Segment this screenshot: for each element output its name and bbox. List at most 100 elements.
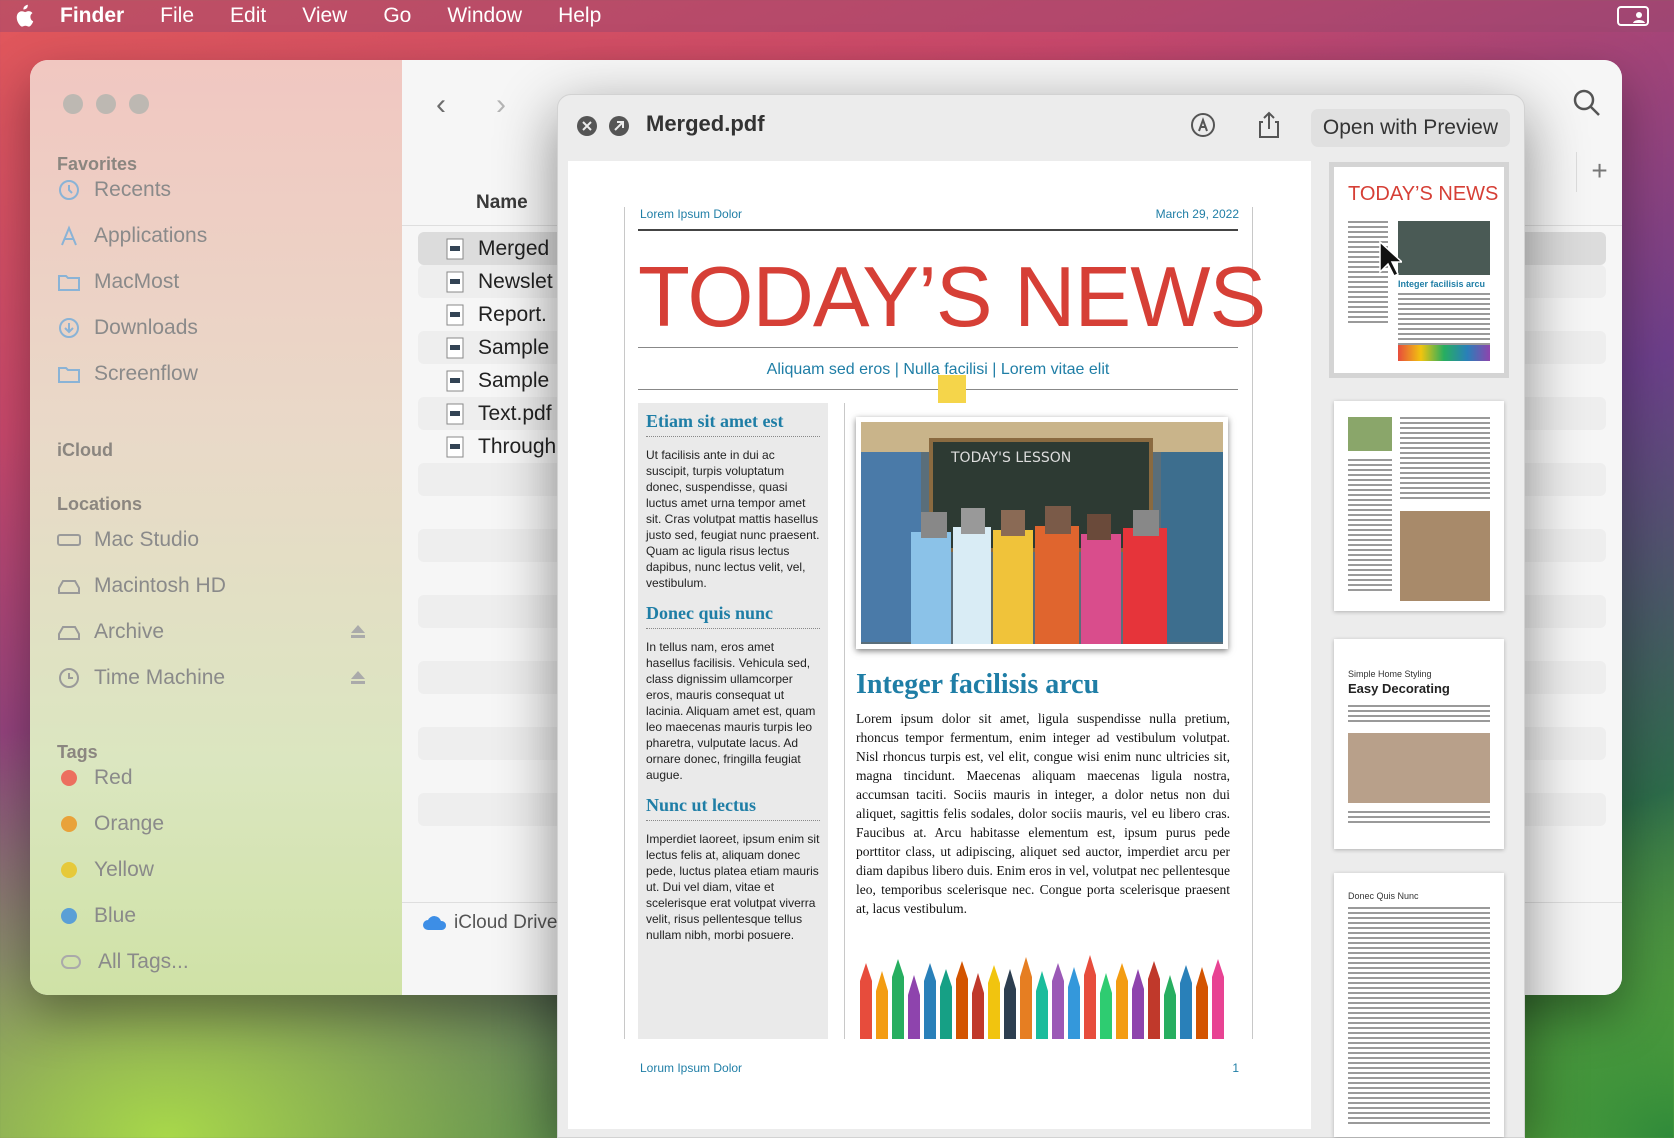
folder-icon	[57, 363, 81, 385]
back-button[interactable]: ‹	[436, 88, 446, 122]
drive-icon	[57, 621, 81, 643]
download-icon	[57, 317, 81, 339]
folder-icon	[57, 271, 81, 293]
divider	[638, 347, 1238, 348]
search-icon[interactable]	[1572, 88, 1602, 118]
thumbnail-photo	[1348, 733, 1490, 803]
tag-dot	[61, 908, 77, 924]
sidebar-item-label: MacMost	[94, 270, 180, 293]
thumbnail-subtitle: Integer facilisis arcu	[1398, 279, 1486, 289]
thumbnail-pencils	[1398, 345, 1490, 361]
sidebar-item-macmost[interactable]: MacMost	[57, 270, 179, 294]
sidebar-item-applications[interactable]: Applications	[57, 224, 207, 248]
sidebar-item-mac-studio[interactable]: Mac Studio	[57, 528, 199, 552]
side-heading: Donec quis nunc	[646, 603, 820, 629]
menu-window[interactable]: Window	[447, 4, 522, 28]
side-paragraph: Imperdiet laoreet, ipsum enim sit lectus…	[646, 832, 820, 942]
file-name: Newslet	[478, 269, 553, 293]
side-heading: Etiam sit amet est	[646, 411, 820, 437]
pdf-page: Lorem Ipsum Dolor March 29, 2022 TODAY’S…	[568, 161, 1311, 1129]
share-icon[interactable]	[1256, 111, 1282, 139]
pdf-file-icon	[446, 370, 464, 391]
classroom-photo: TODAY'S LESSON	[856, 417, 1228, 649]
thumbnail-title: Easy Decorating	[1348, 681, 1450, 696]
sidebar-tag-blue[interactable]: Blue	[57, 904, 136, 928]
forward-button[interactable]: ›	[496, 88, 506, 122]
pdf-file-icon	[446, 436, 464, 457]
menu-view[interactable]: View	[302, 4, 347, 28]
sidebar-item-label: All Tags...	[98, 950, 189, 973]
eject-icon[interactable]	[350, 624, 366, 638]
pdf-file-icon	[446, 271, 464, 292]
sidebar-item-label: Recents	[94, 178, 172, 201]
zoom-button[interactable]	[129, 94, 149, 114]
sidebar-tag-orange[interactable]: Orange	[57, 812, 164, 836]
drive-icon	[57, 575, 81, 597]
page-footer-left: Lorum Ipsum Dolor	[640, 1061, 743, 1075]
photo-chalkboard-text: TODAY'S LESSON	[950, 450, 1071, 466]
side-paragraph: Ut facilisis ante in dui ac suscipit, tu…	[646, 448, 820, 590]
sidebar-item-screenflow[interactable]: Screenflow	[57, 362, 198, 386]
page-thumbnails: TODAY’S NEWS Integer facilisis arcu Simp…	[1329, 161, 1518, 1138]
menu-finder[interactable]: Finder	[60, 4, 124, 28]
column-divider	[844, 403, 845, 1039]
article-heading: Integer facilisis arcu	[856, 669, 1100, 700]
file-name: Sample	[478, 368, 550, 392]
sidebar-item-label: Screenflow	[94, 362, 198, 385]
sidebar-tag-red[interactable]: Red	[57, 766, 133, 790]
markup-icon[interactable]	[1190, 111, 1216, 139]
sticky-note-icon[interactable]	[938, 375, 966, 403]
thumbnail-page-1[interactable]: TODAY’S NEWS Integer facilisis arcu	[1329, 162, 1509, 378]
file-name: Through	[478, 434, 557, 458]
quick-look-title: Merged.pdf	[646, 111, 765, 136]
thumbnail-text-lines	[1348, 705, 1490, 725]
sidebar-item-macintosh-hd[interactable]: Macintosh HD	[57, 574, 226, 598]
thumbnail-page-4[interactable]: Donec Quis Nunc	[1334, 873, 1504, 1137]
applications-icon	[57, 225, 81, 247]
sidebar-item-label: Mac Studio	[94, 528, 200, 551]
icloud-icon	[423, 915, 447, 930]
locations-header: Locations	[57, 494, 143, 514]
sidebar-tag-yellow[interactable]: Yellow	[57, 858, 154, 882]
menu-bar: Finder File Edit View Go Window Help	[0, 0, 1674, 32]
sidebar-all-tags[interactable]: All Tags...	[57, 950, 189, 974]
close-button[interactable]	[63, 94, 83, 114]
thumbnail-text-lines	[1348, 811, 1490, 826]
pdf-file-icon	[446, 337, 464, 358]
path-label[interactable]: iCloud Drive	[454, 912, 557, 934]
sidebar-item-label: Macintosh HD	[94, 574, 226, 597]
sidebar-item-archive[interactable]: Archive	[57, 620, 164, 644]
file-name: Text.pdf	[478, 401, 552, 425]
file-name: Report.	[478, 302, 547, 326]
sidebar-item-recents[interactable]: Recents	[57, 178, 171, 202]
sidebar-item-time-machine[interactable]: Time Machine	[57, 666, 225, 690]
thumbnail-text-lines	[1400, 417, 1490, 502]
thumbnail-page-2[interactable]	[1334, 401, 1504, 611]
fullscreen-icon[interactable]	[608, 115, 630, 137]
sidebar-item-downloads[interactable]: Downloads	[57, 316, 198, 340]
file-name: Merged	[478, 236, 550, 260]
screen-share-icon[interactable]	[1616, 4, 1650, 28]
close-icon[interactable]	[576, 115, 598, 137]
column-name[interactable]: Name	[476, 192, 528, 214]
tags-header: Tags	[57, 742, 98, 762]
page-number: 1	[1232, 1061, 1239, 1075]
thumbnail-photo	[1398, 221, 1490, 275]
minimize-button[interactable]	[96, 94, 116, 114]
open-with-preview-button[interactable]: Open with Preview	[1310, 109, 1510, 147]
thumbnail-page-3[interactable]: Simple Home Styling Easy Decorating	[1334, 639, 1504, 849]
header-rule	[638, 229, 1238, 231]
tag-dot	[61, 816, 77, 832]
sidebar-item-label: Archive	[94, 620, 165, 643]
menu-file[interactable]: File	[160, 4, 194, 28]
apple-menu-icon[interactable]	[12, 4, 34, 28]
window-controls	[63, 94, 149, 114]
eject-icon[interactable]	[350, 670, 366, 684]
menu-edit[interactable]: Edit	[230, 4, 266, 28]
sidebar-column: Etiam sit amet est Ut facilisis ante in …	[638, 403, 828, 1039]
menu-help[interactable]: Help	[558, 4, 601, 28]
menu-go[interactable]: Go	[383, 4, 411, 28]
pdf-file-icon	[446, 304, 464, 325]
side-heading: Nunc ut lectus	[646, 795, 820, 821]
time-machine-icon	[57, 667, 81, 689]
